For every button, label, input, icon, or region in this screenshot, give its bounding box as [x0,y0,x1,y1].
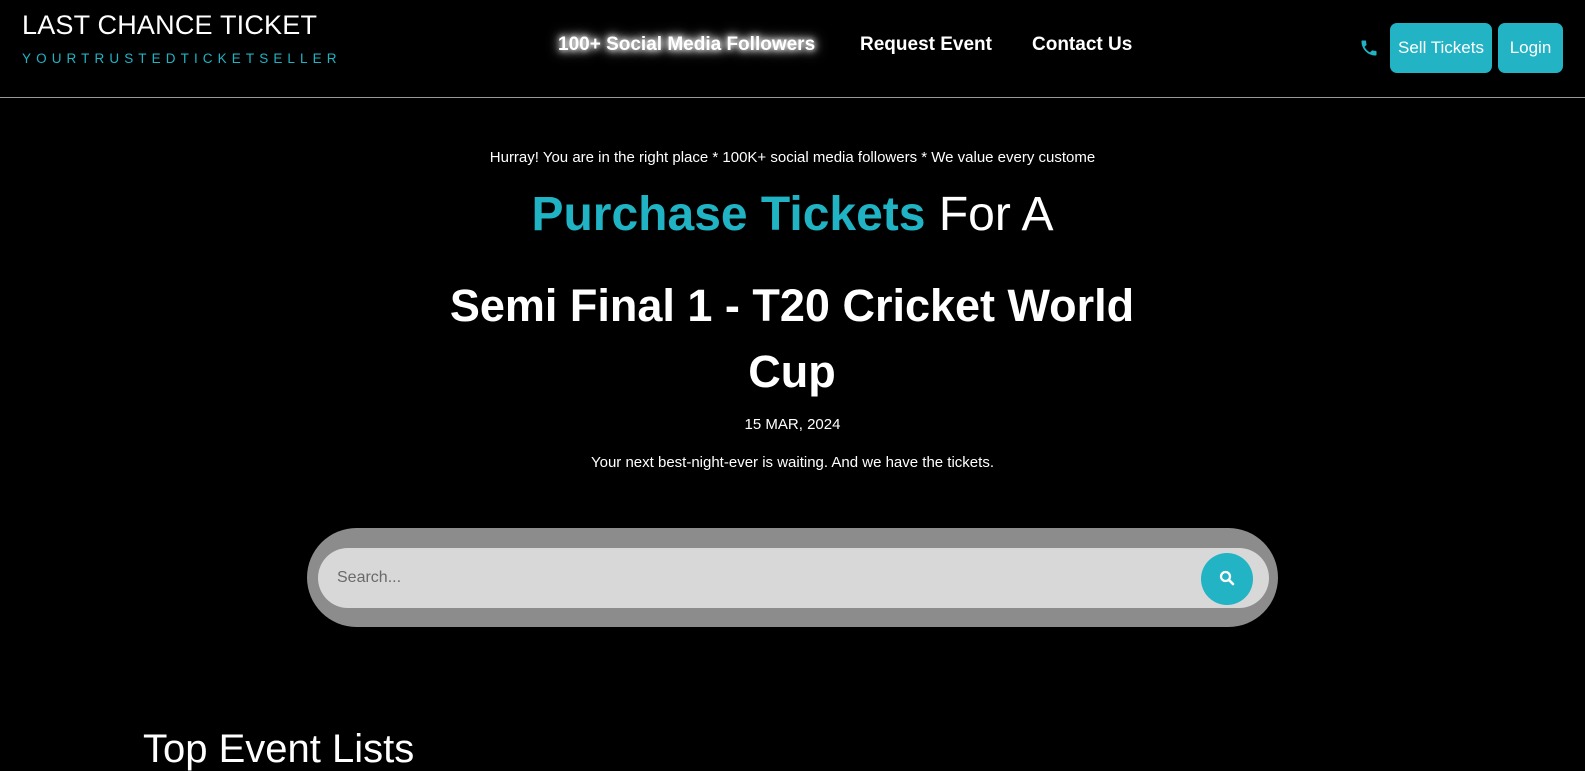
headline-rest: For A [925,188,1054,241]
login-button[interactable]: Login [1498,23,1563,73]
brand-title: LAST CHANCE TICKET [22,10,318,40]
nav-request-event[interactable]: Request Event [860,33,992,57]
search-container [307,528,1278,627]
phone-icon[interactable] [1359,38,1379,58]
event-title: Semi Final 1 - T20 Cricket World Cup [449,280,1135,397]
search-icon [1218,569,1236,590]
hero-tagline: Hurray! You are in the right place * 100… [489,149,1096,166]
section-title-top-events: Top Event Lists [143,727,415,771]
hero-headline: Purchase Tickets For A [0,187,1585,243]
nav-social-followers[interactable]: 100+ Social Media Followers [558,33,815,57]
nav-contact-us[interactable]: Contact Us [1032,33,1132,57]
brand-tagline: YOURTRUSTEDTICKETSELLER [22,51,342,66]
sell-tickets-button[interactable]: Sell Tickets [1390,23,1492,73]
hero-subtext: Your next best-night-ever is waiting. An… [590,454,994,471]
headline-accent: Purchase Tickets [531,188,926,241]
site-header: LAST CHANCE TICKET YOURTRUSTEDTICKETSELL… [0,0,1585,98]
search-input[interactable] [337,564,1177,592]
search-bar [318,548,1269,608]
search-button[interactable] [1201,553,1253,605]
event-date: 15 MAR, 2024 [744,416,841,433]
brand-logo[interactable]: LAST CHANCE TICKET YOURTRUSTEDTICKETSELL… [22,10,342,67]
